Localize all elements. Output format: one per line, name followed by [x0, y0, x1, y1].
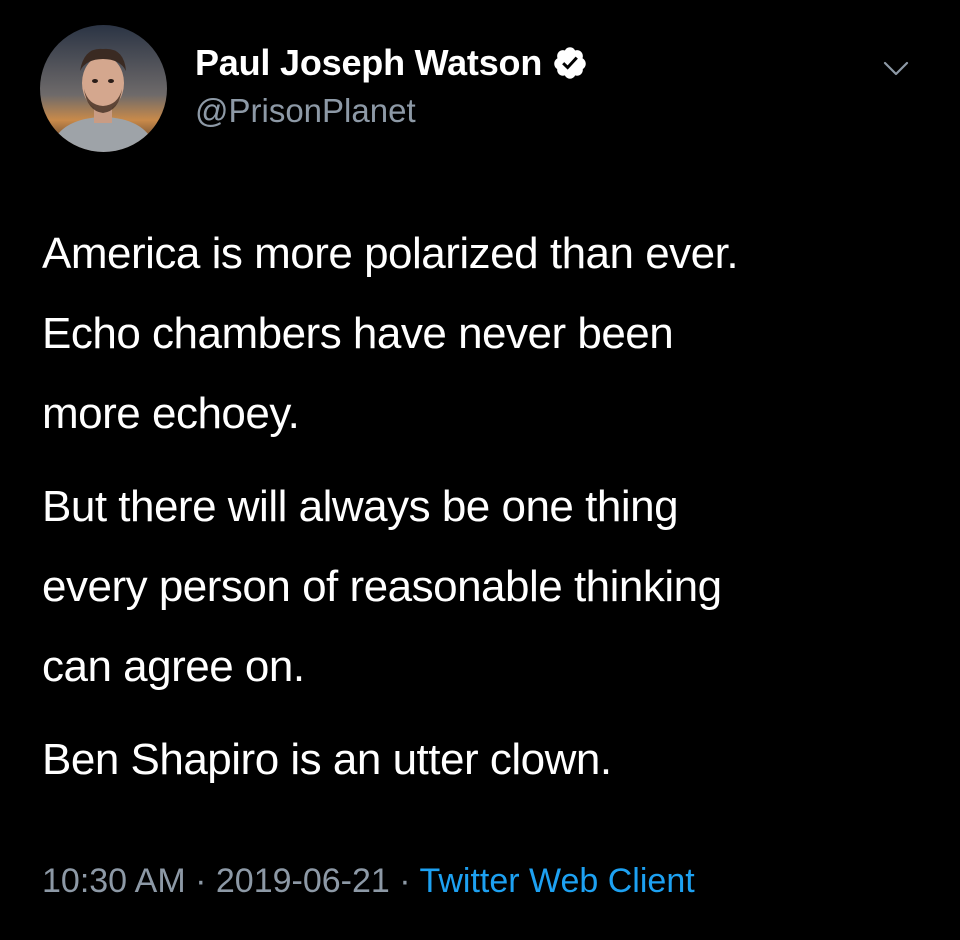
tweet-line: America is more polarized than ever.	[42, 229, 739, 278]
tweet-line: But there will always be one thing	[42, 482, 679, 531]
tweet-date[interactable]: 2019-06-21	[216, 862, 390, 900]
verified-badge-icon	[552, 45, 588, 81]
chevron-down-icon[interactable]	[882, 55, 910, 83]
tweet-line: every person of reasonable thinking	[42, 562, 722, 611]
tweet-paragraph: Ben Shapiro is an utter clown.	[42, 720, 942, 800]
user-handle[interactable]: @PrisonPlanet	[195, 92, 588, 130]
meta-separator: ·	[195, 862, 207, 900]
author-header: Paul Joseph Watson @PrisonPlanet	[195, 40, 588, 130]
tweet-paragraph: America is more polarized than ever. Ech…	[42, 214, 942, 454]
tweet-line: Echo chambers have never been	[42, 309, 674, 358]
tweet-line: Ben Shapiro is an utter clown.	[42, 735, 612, 784]
meta-separator: ·	[399, 862, 411, 900]
avatar[interactable]	[40, 25, 167, 152]
tweet-line: can agree on.	[42, 642, 305, 691]
tweet-card: Paul Joseph Watson @PrisonPlanet America…	[0, 0, 960, 940]
tweet-source-link[interactable]: Twitter Web Client	[419, 862, 694, 900]
tweet-line: more echoey.	[42, 389, 300, 438]
tweet-text: America is more polarized than ever. Ech…	[42, 214, 942, 800]
tweet-meta: 10:30 AM · 2019-06-21 · Twitter Web Clie…	[42, 862, 695, 901]
display-name[interactable]: Paul Joseph Watson	[195, 42, 542, 84]
tweet-time[interactable]: 10:30 AM	[42, 862, 186, 900]
display-name-row: Paul Joseph Watson	[195, 40, 588, 86]
tweet-paragraph: But there will always be one thing every…	[42, 467, 942, 707]
